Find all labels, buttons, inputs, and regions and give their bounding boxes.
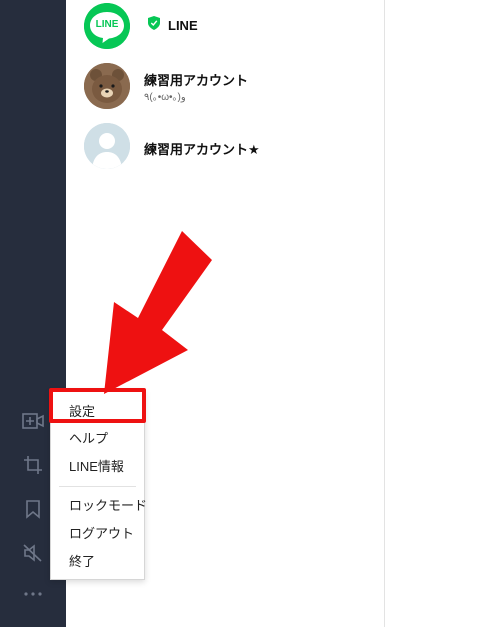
menu-item-help[interactable]: ヘルプ — [69, 428, 108, 447]
friend-item-line[interactable]: LINE LINE — [84, 3, 374, 51]
friend-name: LINE — [168, 18, 198, 33]
default-person-avatar — [84, 123, 130, 169]
menu-item-line-info[interactable]: LINE情報 — [69, 456, 124, 475]
more-icon[interactable] — [21, 582, 45, 606]
friend-item[interactable]: 練習用アカウント★ — [84, 123, 374, 171]
menu-item-lock-mode[interactable]: ロックモード — [69, 495, 147, 514]
friend-status-message: ٩(｡•ω•｡)و — [144, 92, 186, 103]
bookmark-icon[interactable] — [21, 497, 45, 521]
settings-menu: 設定 ヘルプ LINE情報 ロックモード ログアウト 終了 — [50, 390, 147, 580]
bear-avatar — [84, 63, 130, 109]
official-shield-icon — [148, 16, 160, 35]
crop-icon[interactable] — [21, 453, 45, 477]
menu-item-logout[interactable]: ログアウト — [69, 523, 134, 542]
mute-icon[interactable] — [21, 541, 45, 565]
menu-item-settings[interactable]: 設定 — [69, 401, 95, 420]
menu-separator — [59, 486, 136, 487]
line-logo-avatar: LINE — [84, 3, 130, 49]
friend-name: 練習用アカウント — [144, 73, 249, 88]
line-logo-text: LINE — [95, 19, 119, 30]
video-call-add-icon[interactable] — [21, 409, 45, 433]
friend-name: 練習用アカウント★ — [144, 142, 260, 157]
chat-pane — [385, 0, 500, 627]
friend-item[interactable]: 練習用アカウント ٩(｡•ω•｡)و — [84, 63, 374, 111]
menu-item-quit[interactable]: 終了 — [69, 551, 95, 570]
